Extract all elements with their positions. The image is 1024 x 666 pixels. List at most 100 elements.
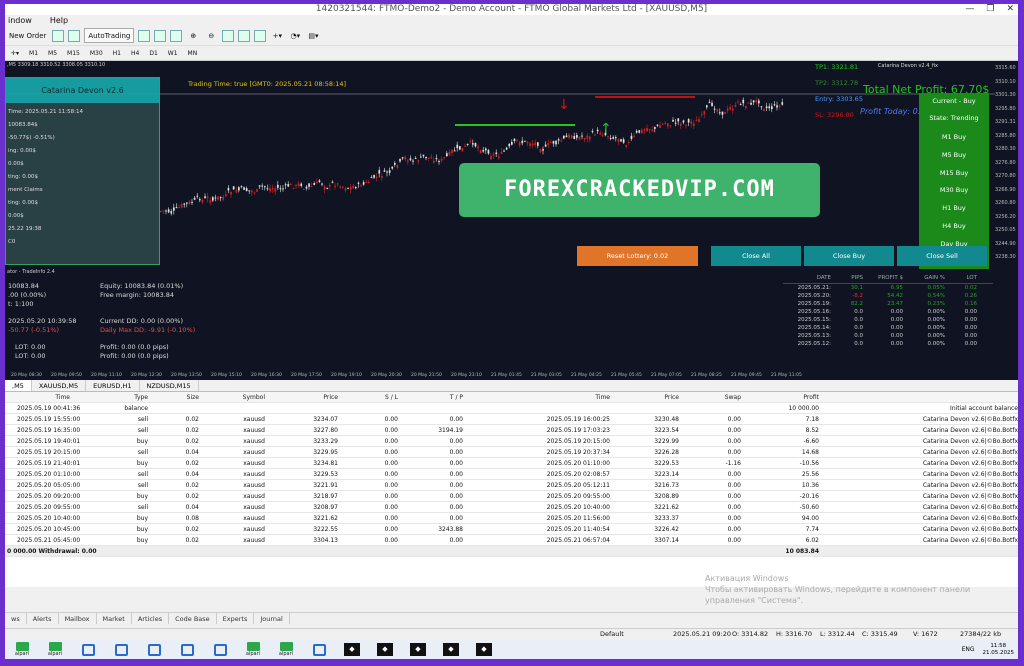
table-row[interactable]: 2025.05.20 09:20:00 buy 0.02 xauusd 3218.97 0… (5, 491, 1018, 502)
column-header[interactable]: Price (641, 392, 679, 403)
bar-chart-icon[interactable] (138, 29, 151, 42)
price-chart[interactable]: ↓ ↑ ,M5 3309.18 3310.52 3308.05 3310.10 T… (5, 61, 1018, 269)
tab-nzdusd[interactable]: NZDUSD,M15 (140, 380, 199, 391)
column-header[interactable]: Time (17, 392, 70, 403)
tab-market[interactable]: Market (97, 613, 132, 624)
tf-d1[interactable]: D1 (145, 49, 161, 58)
autotrading-button[interactable]: AutoTrading (84, 28, 135, 43)
candle-body (703, 111, 706, 115)
tf-mn[interactable]: MN (184, 49, 202, 58)
tab-journal[interactable]: Journal (254, 613, 290, 624)
tab-mailbox[interactable]: Mailbox (59, 613, 97, 624)
scroll-chart-icon[interactable] (238, 29, 251, 42)
taskbar-app[interactable] (108, 642, 134, 658)
metaeditor-icon[interactable] (52, 29, 65, 42)
taskbar-app[interactable]: alpari (240, 642, 266, 658)
alpari-icon (279, 642, 293, 651)
table-row[interactable]: 2025.05.20 05:05:00 sell 0.02 xauusd 3221.91… (5, 480, 1018, 491)
taskbar-app[interactable] (174, 642, 200, 658)
candle-chart-icon[interactable] (154, 29, 167, 42)
taskbar-app[interactable]: ◆ (438, 642, 464, 658)
periods-icon[interactable]: ◔▾ (288, 28, 302, 43)
time-tick: 20 May 11:10 (91, 373, 122, 378)
history-row: 2025.05.21: 30.1 6.95 0.05% 0.02 (783, 284, 993, 292)
language-indicator[interactable]: ENG (962, 646, 975, 653)
activation-line: Чтобы активировать Windows, перейдите в … (705, 585, 971, 594)
table-row[interactable]: 2025.05.20 10:45:00 buy 0.02 xauusd 3222.55 0… (5, 524, 1018, 535)
close-sell-button[interactable]: Close Sell (897, 246, 987, 266)
column-header[interactable]: Symbol (223, 392, 265, 403)
column-header[interactable]: Size (167, 392, 199, 403)
candle-body (243, 187, 245, 190)
taskbar-app[interactable]: alpari (42, 642, 68, 658)
zoom-out-icon[interactable]: ⊖ (204, 28, 218, 43)
chart-shift-icon[interactable] (254, 29, 267, 42)
menu-help[interactable]: Help (50, 15, 68, 26)
new-order-button[interactable]: New Order (7, 28, 48, 43)
close-buy-button[interactable]: Close Buy (804, 246, 894, 266)
tab-eurusd[interactable]: EURUSD,H1 (86, 380, 140, 391)
tf-m1[interactable]: M1 (25, 49, 42, 58)
tp2-label: TP2: 3312.78 (815, 79, 859, 87)
column-header[interactable]: Profit (775, 392, 819, 403)
table-row[interactable]: 2025.05.19 20:15:00 sell 0.04 xauusd 3229.95… (5, 447, 1018, 458)
tf-m15[interactable]: M15 (63, 49, 84, 58)
column-header[interactable]: T / P (423, 392, 463, 403)
taskbar-app[interactable]: ◆ (372, 642, 398, 658)
tab-xauusd[interactable]: XAUUSD,M5 (32, 380, 87, 391)
navigator-icon[interactable] (68, 29, 81, 42)
column-header[interactable]: Price (295, 392, 338, 403)
table-row[interactable]: 2025.05.19 19:40:01 buy 0.02 xauusd 3233.29 0… (5, 436, 1018, 447)
ea-line: Time: 2025.05.21 11:58:14 (8, 109, 84, 115)
taskbar-app[interactable] (306, 642, 332, 658)
tab-code-base[interactable]: Code Base (169, 613, 217, 624)
zoom-in-icon[interactable]: ⊕ (186, 28, 200, 43)
tf-m5[interactable]: M5 (44, 49, 61, 58)
crosshair-icon[interactable]: ✛▾ (7, 49, 23, 58)
close-icon[interactable]: ✕ (1006, 4, 1014, 15)
table-row[interactable]: 2025.05.19 15:55:00 sell 0.02 xauusd 3234.07… (5, 414, 1018, 425)
menu-window[interactable]: indow (8, 15, 32, 26)
column-header[interactable]: Swap (693, 392, 741, 403)
tf-m30[interactable]: M30 (86, 49, 107, 58)
templates-icon[interactable]: ▤▾ (306, 28, 320, 43)
tile-windows-icon[interactable] (222, 29, 235, 42)
taskbar-app[interactable] (75, 642, 101, 658)
tab-experts[interactable]: Experts (217, 613, 255, 624)
tab-news[interactable]: ws (5, 613, 27, 624)
table-row[interactable]: 2025.05.19 00:41:36 balance 10 000.00 Initi… (5, 403, 1018, 414)
table-row[interactable]: 2025.05.19 16:35:00 sell 0.02 xauusd 3227.80… (5, 425, 1018, 436)
table-row[interactable]: 2025.05.20 01:10:00 sell 0.04 xauusd 3229.53… (5, 469, 1018, 480)
column-header[interactable]: S / L (359, 392, 398, 403)
tf-w1[interactable]: W1 (164, 49, 182, 58)
taskbar-app[interactable]: ◆ (405, 642, 431, 658)
taskbar-app[interactable]: alpari (273, 642, 299, 658)
taskbar-app[interactable] (141, 642, 167, 658)
time-tick: 21 May 07:05 (651, 373, 682, 378)
column-header[interactable]: Type (100, 392, 148, 403)
tab-chart-active[interactable]: ,M5 (5, 380, 32, 391)
close-all-button[interactable]: Close All (711, 246, 801, 266)
table-row[interactable]: 2025.05.20 10:40:00 buy 0.08 xauusd 3221.62 0… (5, 513, 1018, 524)
line-chart-icon[interactable] (170, 29, 183, 42)
taskbar-app[interactable]: ◆ (471, 642, 497, 658)
leverage-line: t: 1:100 (8, 300, 34, 308)
reset-lottery-button[interactable]: Reset Lottery: 0.02 (577, 246, 698, 266)
minimize-icon[interactable]: — (965, 4, 974, 15)
terminal-tabs: ws Alerts Mailbox Market Articles Code B… (5, 612, 1018, 624)
taskbar-app[interactable]: alpari (9, 642, 35, 658)
taskbar-app[interactable] (207, 642, 233, 658)
taskbar-app[interactable]: ◆ (339, 642, 365, 658)
candle-body (498, 156, 500, 158)
tab-articles[interactable]: Articles (132, 613, 170, 624)
tf-h1[interactable]: H1 (109, 49, 125, 58)
table-row[interactable]: 2025.05.20 09:55:00 sell 0.04 xauusd 3208.97… (5, 502, 1018, 513)
tab-alerts[interactable]: Alerts (27, 613, 59, 624)
table-row[interactable]: 2025.05.21 05:45:00 buy 0.02 xauusd 3304.13 0… (5, 535, 1018, 546)
tf-h4[interactable]: H4 (127, 49, 143, 58)
indicators-icon[interactable]: +▾ (270, 28, 284, 43)
restore-icon[interactable]: ❐ (986, 4, 994, 15)
column-header[interactable]: Time (525, 392, 610, 403)
table-row[interactable]: 2025.05.19 21:40:01 buy 0.02 xauusd 3234.81 0… (5, 458, 1018, 469)
clock[interactable]: 11:58 21.05.2025 (983, 643, 1015, 657)
